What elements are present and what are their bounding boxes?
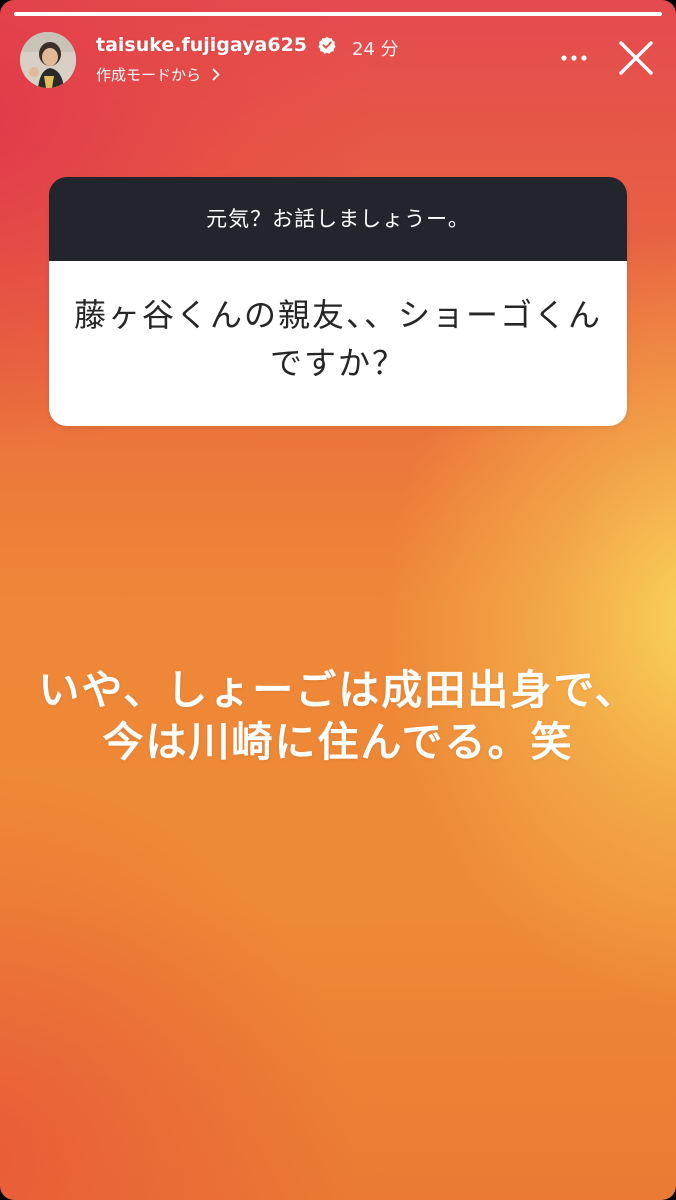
question-sticker: 元気？お話しましょうー。 藤ヶ谷くんの親友、、ショーゴくん ですか？ <box>49 177 627 426</box>
answer-line-1: いや、しょーごは成田出身で、 <box>38 666 638 714</box>
avatar[interactable] <box>20 32 76 88</box>
username[interactable]: taisuke.fujigaya625 <box>96 34 307 56</box>
answer-text: いや、しょーごは成田出身で、 今は川崎に住んでる。笑 <box>0 664 676 768</box>
avatar-photo <box>20 32 76 88</box>
close-icon <box>619 41 653 75</box>
chevron-right-icon <box>212 68 220 81</box>
more-dots-icon <box>561 55 587 61</box>
question-text: 藤ヶ谷くんの親友、、ショーゴくん ですか？ <box>49 261 627 426</box>
question-line-2: ですか？ <box>269 344 406 382</box>
story-header: taisuke.fujigaya625 24 分 作成モードから <box>20 32 656 92</box>
post-time: 24 分 <box>352 39 399 60</box>
answer-line-2: 今は川崎に住んでる。笑 <box>102 718 574 766</box>
sub-label-text: 作成モードから <box>96 66 202 84</box>
question-line-1: 藤ヶ谷くんの親友、、ショーゴくん <box>73 296 602 334</box>
story-view: taisuke.fujigaya625 24 分 作成モードから 元気？お話しま… <box>0 0 676 1200</box>
created-from-create-mode-link[interactable]: 作成モードから <box>96 64 220 85</box>
question-prompt: 元気？お話しましょうー。 <box>49 177 627 261</box>
close-button[interactable] <box>616 38 656 78</box>
more-options-button[interactable] <box>554 44 594 72</box>
story-progress-bar <box>14 12 662 16</box>
verified-badge-icon <box>318 36 336 54</box>
story-progress-fill <box>14 12 662 16</box>
